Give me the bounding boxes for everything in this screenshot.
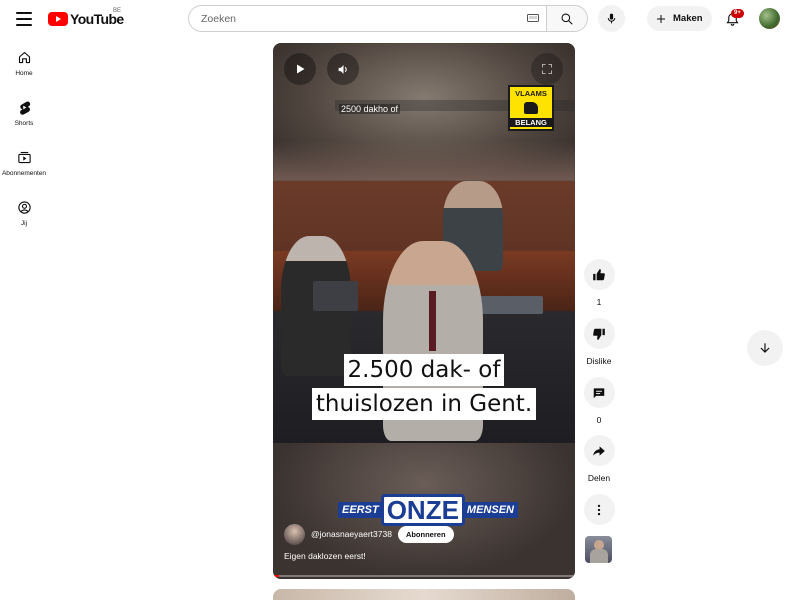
create-button[interactable]: Maken xyxy=(647,6,712,31)
like-count: 1 xyxy=(596,297,602,307)
dislike-action: Dislike xyxy=(583,318,615,366)
shorts-icon xyxy=(19,101,30,115)
share-label: Delen xyxy=(587,473,611,483)
fullscreen-button[interactable] xyxy=(531,53,563,85)
sidebar-item-shorts[interactable]: Shorts xyxy=(0,90,48,140)
next-video-preview[interactable] xyxy=(273,589,575,600)
sidebar-item-label: Jij xyxy=(20,220,28,227)
comment-count: 0 xyxy=(596,415,602,425)
comments-action: 0 xyxy=(583,377,615,425)
sidebar-item-you[interactable]: Jij xyxy=(0,190,48,240)
sidebar-item-home[interactable]: Home xyxy=(0,40,48,90)
share-icon xyxy=(593,445,605,456)
volume-icon xyxy=(338,64,347,74)
channel-row: @jonasnaeyaert3738 Abonneren xyxy=(284,523,454,545)
plus-icon xyxy=(657,14,665,23)
share-action: Delen xyxy=(583,435,615,483)
play-button[interactable] xyxy=(284,53,316,85)
eerst-onze-mensen-banner: EERST ONZE MENSEN xyxy=(313,494,543,526)
sound-thumbnail[interactable] xyxy=(585,536,612,563)
microphone-icon xyxy=(607,13,616,24)
thumbs-down-icon xyxy=(593,328,605,340)
video-caption[interactable]: Eigen daklozen eerst! xyxy=(284,551,366,561)
lion-icon xyxy=(524,102,538,114)
banner-mid-text: ONZE xyxy=(380,494,465,526)
dislike-button[interactable] xyxy=(583,318,615,349)
sidebar-item-subscriptions[interactable]: Abonnementen xyxy=(0,140,48,190)
comments-button[interactable] xyxy=(583,377,615,408)
comment-icon xyxy=(593,387,605,398)
sidebar-item-label: Abonnementen xyxy=(1,170,47,177)
subscribe-button[interactable]: Abonneren xyxy=(397,525,454,543)
banner-right-text: MENSEN xyxy=(462,502,518,518)
sidebar-item-label: Shorts xyxy=(14,120,34,127)
more-options-button[interactable] xyxy=(583,494,615,525)
dislike-label: Dislike xyxy=(586,356,612,366)
channel-avatar[interactable] xyxy=(284,523,305,545)
search-icon xyxy=(561,13,573,25)
like-action: 1 xyxy=(583,259,615,307)
top-bar: YouTube BE Maken 9+ xyxy=(0,0,800,38)
shorts-video-player[interactable]: 2500 dakho of VLAAMS BELANG 2.500 dak- o… xyxy=(273,43,575,579)
logo-top-text: VLAAMS xyxy=(515,89,547,98)
search-input[interactable] xyxy=(188,5,546,32)
arrow-down-icon xyxy=(760,343,770,353)
notification-badge: 9+ xyxy=(731,9,744,18)
user-avatar[interactable] xyxy=(759,8,780,29)
play-icon xyxy=(297,64,305,74)
logo-bottom-text: BELANG xyxy=(510,118,552,127)
vlaams-belang-logo: VLAAMS BELANG xyxy=(508,85,554,131)
fullscreen-icon xyxy=(542,64,552,74)
like-button[interactable] xyxy=(583,259,615,290)
menu-icon[interactable] xyxy=(14,9,34,29)
channel-name[interactable]: @jonasnaeyaert3738 xyxy=(311,529,392,539)
progress-bar[interactable] xyxy=(273,575,575,577)
video-title-overlay: 2500 dakho of xyxy=(339,104,401,114)
create-label: Maken xyxy=(673,13,703,24)
you-icon xyxy=(17,201,31,214)
next-short-button[interactable] xyxy=(747,330,783,366)
subscriptions-icon xyxy=(17,151,31,164)
more-vert-icon xyxy=(597,504,601,515)
progress-fill xyxy=(273,575,280,577)
youtube-play-icon xyxy=(48,12,68,26)
subtitle-line-2: thuislozen in Gent. xyxy=(311,388,537,420)
youtube-shorts-page: YouTube BE Maken 9+ Home xyxy=(0,0,800,600)
search-button[interactable] xyxy=(546,5,588,32)
keyboard-icon[interactable] xyxy=(527,14,539,22)
sidebar: Home Shorts Abonnementen Jij xyxy=(0,40,48,240)
volume-button[interactable] xyxy=(327,53,359,85)
home-icon xyxy=(18,51,30,64)
sidebar-item-label: Home xyxy=(15,70,33,77)
voice-search-button[interactable] xyxy=(598,5,625,32)
video-subtitle: 2.500 dak- of thuislozen in Gent. xyxy=(302,353,546,421)
subtitle-line-1: 2.500 dak- of xyxy=(343,354,505,386)
search-bar xyxy=(188,5,588,32)
region-code: BE xyxy=(113,8,122,14)
share-button[interactable] xyxy=(583,435,615,466)
banner-left-text: EERST xyxy=(338,502,383,518)
more-action xyxy=(583,494,615,525)
thumbs-up-icon xyxy=(593,268,605,280)
